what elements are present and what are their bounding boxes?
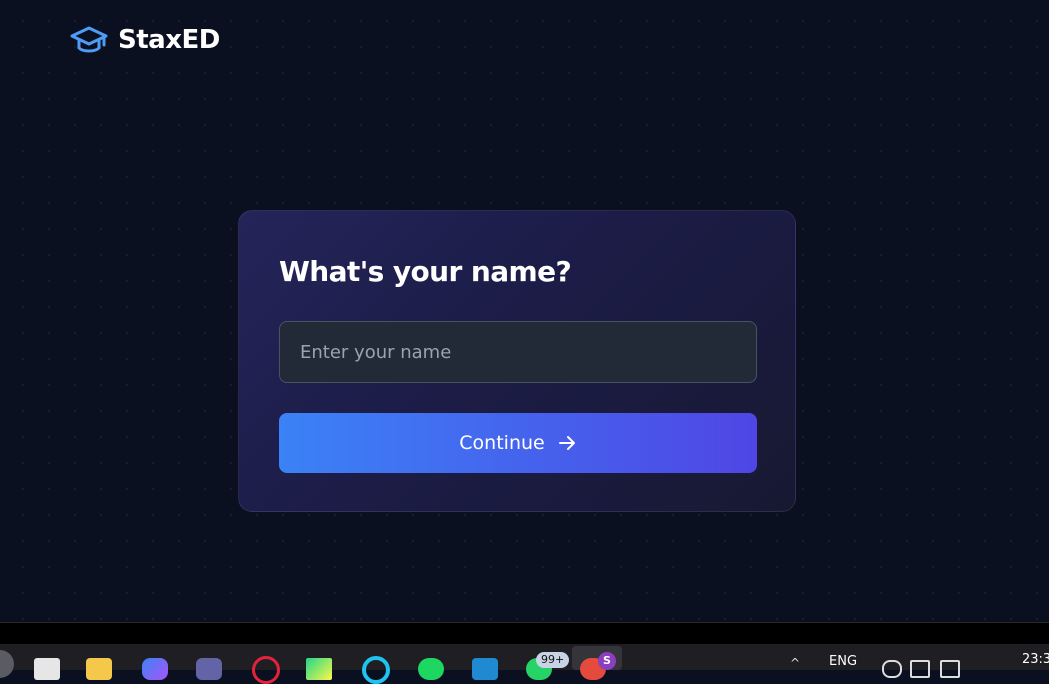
- name-input[interactable]: [279, 321, 757, 383]
- brand-header[interactable]: StaxED: [70, 24, 220, 56]
- brand-name: StaxED: [118, 25, 220, 55]
- card-title: What's your name?: [279, 255, 572, 288]
- name-card: What's your name? Continue: [238, 210, 796, 512]
- copilot-icon[interactable]: [142, 658, 168, 680]
- teams-icon[interactable]: [196, 658, 222, 680]
- pycharm-icon[interactable]: [306, 658, 332, 680]
- wifi-icon[interactable]: [882, 660, 902, 678]
- cortana-icon[interactable]: [362, 656, 390, 684]
- clock-time[interactable]: 23:3: [1022, 652, 1049, 667]
- continue-button[interactable]: Continue: [279, 413, 757, 473]
- volume-icon[interactable]: [910, 660, 930, 678]
- language-indicator[interactable]: ENG: [829, 654, 857, 669]
- chevron-up-icon[interactable]: ^: [790, 656, 800, 670]
- vscode-icon[interactable]: [472, 658, 498, 680]
- arrow-right-icon: [558, 436, 575, 450]
- battery-icon[interactable]: [940, 660, 960, 678]
- graduation-cap-icon: [70, 26, 108, 53]
- app-page: StaxED What's your name? Continue: [0, 0, 1049, 622]
- continue-label: Continue: [459, 432, 545, 454]
- notification-badge: 99+: [536, 652, 570, 668]
- notepad-icon[interactable]: [34, 658, 60, 680]
- file-explorer-icon[interactable]: [86, 658, 112, 680]
- profile-badge: S: [598, 652, 616, 670]
- opera-icon[interactable]: [252, 656, 280, 684]
- window-bottom-edge: [0, 622, 1049, 645]
- spotify-icon[interactable]: [418, 658, 444, 680]
